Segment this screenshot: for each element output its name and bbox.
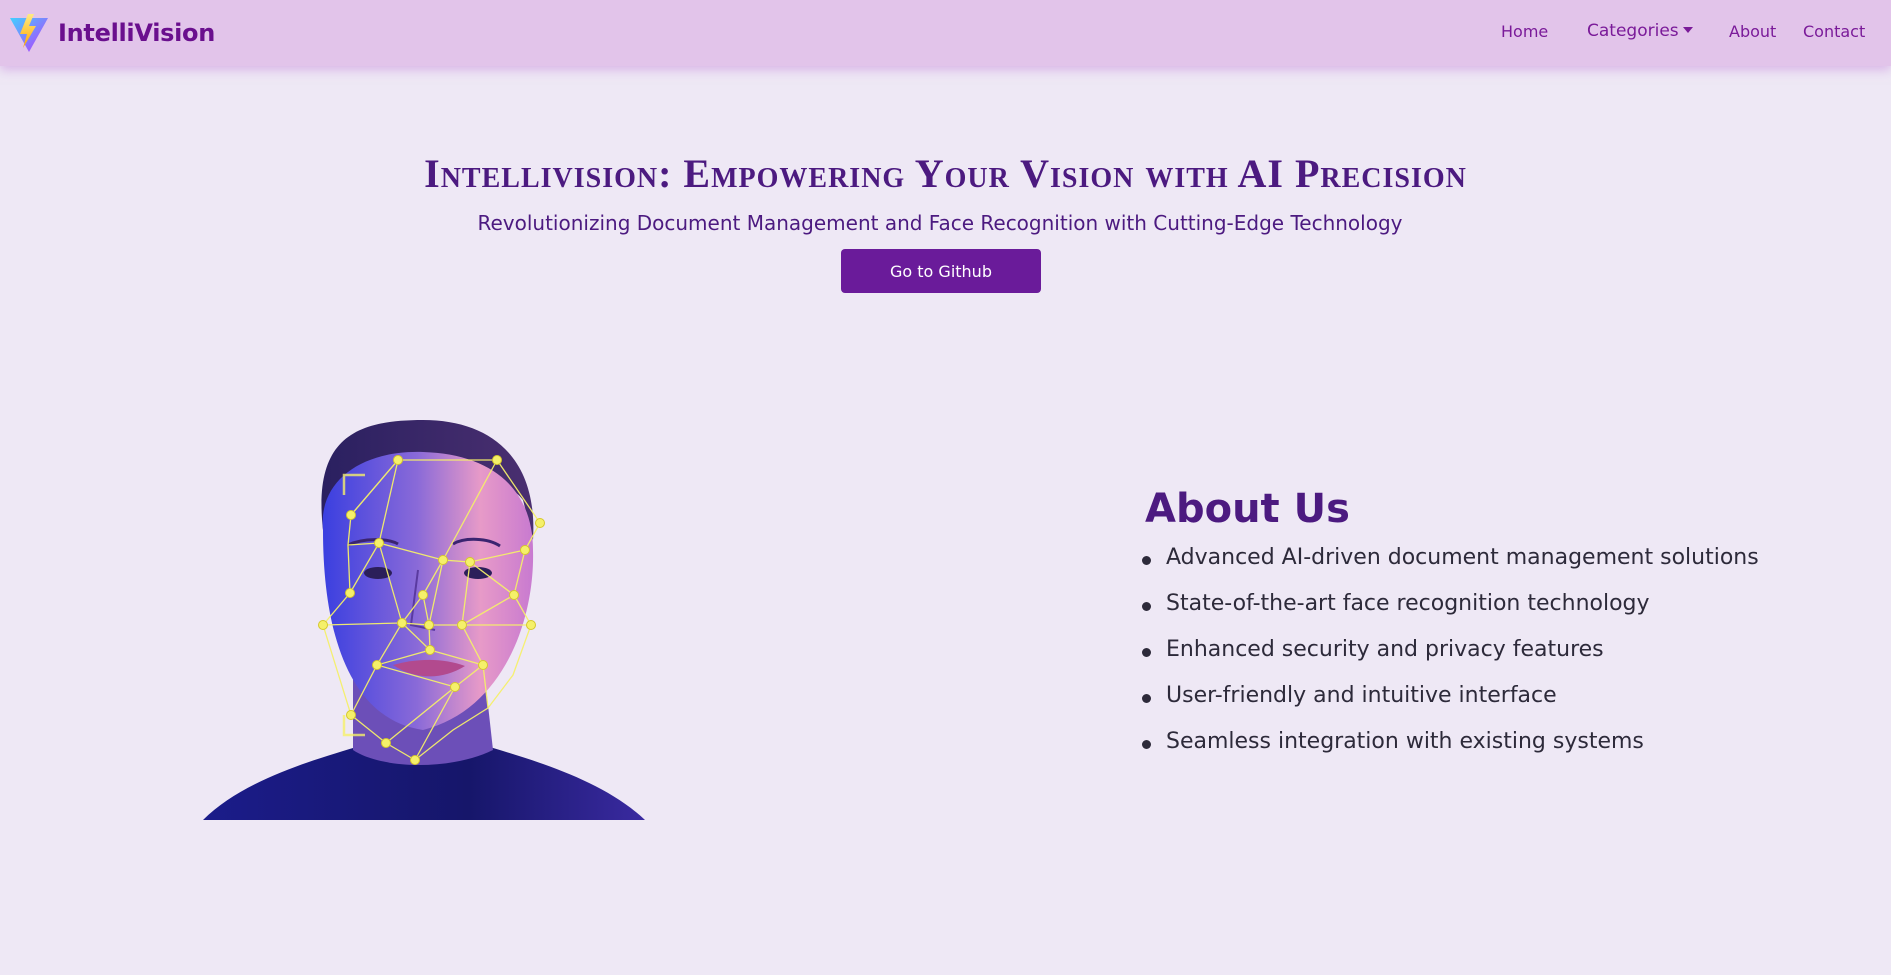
hero-title: Intellivision: Empowering Your Vision wi… [424,151,1467,196]
nav-categories-label: Categories [1587,21,1679,41]
nav-home-link[interactable]: Home [1501,22,1548,41]
bullet-icon [1142,602,1151,611]
bullet-icon [1142,648,1151,657]
caret-down-icon [1682,27,1693,33]
bullet-icon [1142,740,1151,749]
nav-categories-dropdown[interactable]: Categories [1587,21,1693,41]
list-item: Enhanced security and privacy features [1140,637,1759,683]
list-item-text: Enhanced security and privacy features [1166,637,1604,662]
about-features-list: Advanced AI-driven document management s… [1140,545,1759,775]
list-item: State-of-the-art face recognition techno… [1140,591,1759,637]
face-mesh-image [203,420,645,820]
hero-subtitle: Revolutionizing Document Management and … [477,211,1403,235]
list-item-text: Advanced AI-driven document management s… [1166,545,1759,570]
face-recognition-illustration [203,420,645,820]
bullet-icon [1142,556,1151,565]
list-item-text: State-of-the-art face recognition techno… [1166,591,1650,616]
about-us-heading: About Us [1145,486,1350,532]
list-item-text: User-friendly and intuitive interface [1166,683,1557,708]
bullet-icon [1142,694,1151,703]
nav-about-link[interactable]: About [1729,22,1776,41]
brand-name: IntelliVision [58,19,216,47]
list-item: Seamless integration with existing syste… [1140,729,1759,775]
brand-link[interactable]: IntelliVision [8,12,215,54]
navbar: IntelliVision Home Categories About Cont… [0,0,1891,66]
list-item-text: Seamless integration with existing syste… [1166,729,1644,754]
nav-contact-link[interactable]: Contact [1803,22,1865,41]
go-to-github-button[interactable]: Go to Github [841,249,1041,293]
list-item: Advanced AI-driven document management s… [1140,545,1759,591]
lightning-triangle-logo-icon [10,14,48,52]
list-item: User-friendly and intuitive interface [1140,683,1759,729]
